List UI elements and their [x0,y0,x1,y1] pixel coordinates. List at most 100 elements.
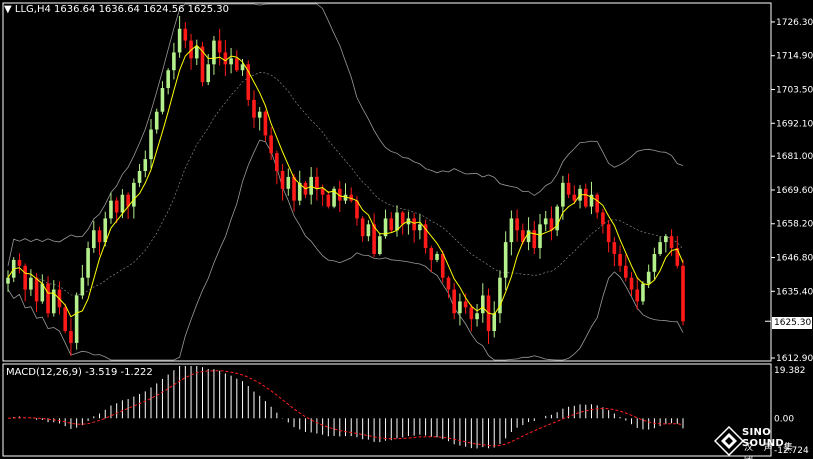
ohlc-values: 1636.64 1636.64 1624.56 1625.30 [54,4,229,15]
bearish-candle [217,40,222,53]
bullish-candle [561,182,565,207]
bearish-candle [400,212,405,225]
bullish-candle [177,28,182,53]
macd-axis-label: 0.00 [774,414,794,424]
bullish-candle [526,230,531,243]
bullish-candle [206,64,211,83]
price-axis-label: 1612.90 [776,354,813,364]
bullish-candle [664,236,668,243]
bearish-candle [252,99,256,118]
bearish-candle [452,289,456,314]
bullish-candle [154,111,159,130]
bullish-candle [480,295,485,314]
bullish-candle [475,313,479,320]
bullish-candle [137,170,142,183]
bearish-candle [623,265,628,278]
bullish-candle [172,52,176,71]
bullish-candle [509,218,514,243]
bearish-candle [669,236,674,249]
bullish-candle [166,70,170,89]
price-axis-label: 1646.80 [776,254,813,264]
bearish-candle [595,194,599,213]
bearish-candle [326,194,331,207]
bearish-candle [412,218,416,231]
bearish-candle [618,253,622,266]
bullish-candle [229,58,233,65]
bearish-candle [675,248,680,266]
bullish-candle [366,224,371,237]
bullish-candle [286,176,291,189]
diamond-logo-icon [714,426,744,456]
bullish-candle [492,313,497,332]
bearish-candle [275,153,279,171]
bullish-candle [86,248,90,278]
bearish-candle [532,230,537,249]
bearish-candle [97,230,102,243]
bearish-candle [17,259,22,266]
bearish-candle [629,277,634,290]
bollinger-lower-band [7,139,684,361]
bullish-candle [538,224,542,249]
bearish-candle [114,200,119,213]
symbol-timeframe: LLG,H4 [14,4,51,15]
macd-label: MACD(12,26,9) -3.519 -1.222 [6,367,153,378]
bearish-candle [269,135,273,154]
bearish-candle [63,307,68,332]
bearish-candle [69,331,73,343]
bullish-candle [652,253,657,272]
price-axis-label: 1692.10 [776,119,813,129]
bullish-candle [29,277,33,290]
bearish-candle [183,28,188,41]
bearish-candle [601,212,605,225]
bearish-candle [389,218,394,231]
bearish-candle [612,242,617,254]
bearish-candle [572,194,577,201]
bullish-candle [149,129,153,160]
bearish-candle [515,218,519,231]
bullish-candle [212,40,216,65]
bearish-candle [263,111,268,136]
price-chart[interactable]: 1726.30 1714.90 1703.50 1692.10 1681.00 1669.… [0,0,813,459]
price-axis-label: 1669.60 [776,186,813,196]
bearish-candle [549,218,554,231]
price-axis-label: 1681.00 [776,152,813,162]
bullish-candle [92,230,96,249]
bearish-candle [635,289,640,302]
bullish-candle [80,277,85,296]
bearish-candle [280,170,285,189]
bearish-candle [315,176,319,189]
bullish-candle [309,176,313,195]
bullish-candle [378,236,382,254]
bullish-candle [658,242,662,254]
bearish-candle [34,277,39,302]
bullish-candle [503,242,508,278]
bullish-candle [160,88,165,112]
bearish-candle [681,265,685,322]
chart-header: ▼ LLG,H4 1636.64 1636.64 1624.56 1625.30 [4,4,229,15]
bearish-candle [446,277,451,290]
bollinger-upper-band [7,3,684,266]
bullish-candle [543,218,548,225]
bullish-candle [418,224,422,231]
bullish-candle [74,295,79,343]
bullish-candle [120,194,125,213]
bullish-candle [646,271,651,284]
bullish-candle [109,200,113,219]
bearish-candle [606,224,611,243]
bullish-candle [132,182,136,207]
bullish-candle [435,253,439,260]
price-axis-label: 1726.30 [776,18,813,28]
bearish-candle [360,218,365,237]
price-axis-label: 1714.90 [776,52,813,62]
bullish-candle [194,46,199,59]
bearish-candle [440,253,445,278]
chart-menu-triangle-icon[interactable]: ▼ [4,4,12,15]
current-price-marker: 1625.30 [772,317,812,329]
chart-window: 1726.30 1714.90 1703.50 1692.10 1681.00 1669.… [0,0,813,459]
bullish-candle [143,159,148,171]
bullish-candle [458,301,462,314]
price-axis-label: 1658.20 [776,220,813,230]
bearish-candle [235,58,239,71]
bearish-candle [469,307,474,320]
bullish-candle [395,212,399,231]
